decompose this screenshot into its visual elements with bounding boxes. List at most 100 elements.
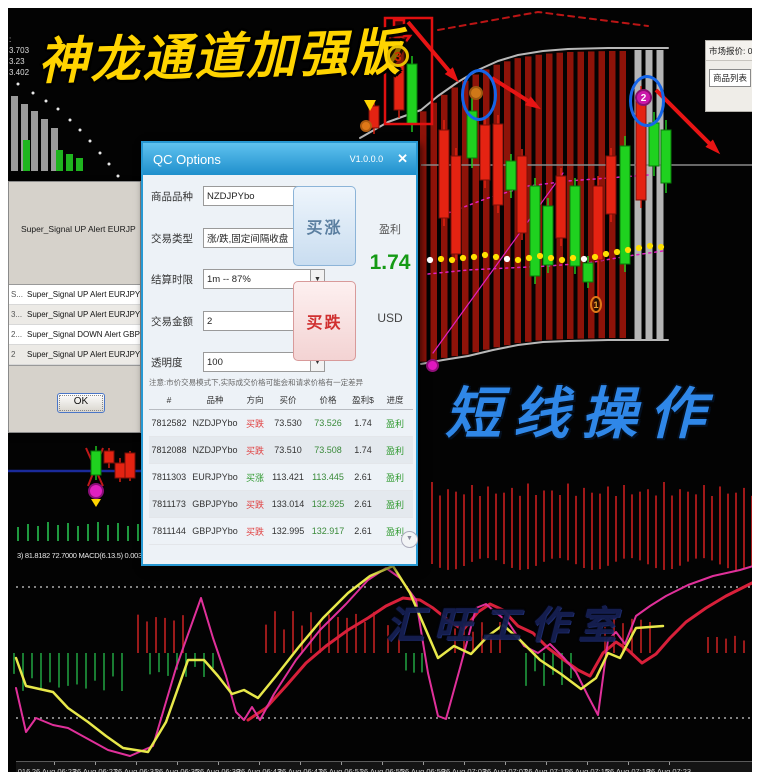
alert-list-item[interactable]: 2Super_Signal UP Alert EURJPYbo or xyxy=(9,345,140,365)
table-cell: 7812088 xyxy=(149,445,189,455)
signal-dot xyxy=(592,254,598,260)
dialog-note: 注意:市价交易模式下,实际成交价格可能会和请求价格有一定差异 xyxy=(149,377,413,388)
table-header-cell: 价格 xyxy=(307,394,349,406)
candle xyxy=(606,156,616,214)
sub-candle xyxy=(115,463,125,478)
signal-dot xyxy=(570,255,576,261)
candle xyxy=(649,123,659,166)
alert-list-item[interactable]: 3...Super_Signal UP Alert EURJPYbo or xyxy=(9,305,140,325)
scroll-down-button[interactable]: ▼ xyxy=(401,531,418,548)
chart-workspace: :3.7033.233.402 3) 81.8182 72.7000 MACD(… xyxy=(8,8,752,772)
signal-badge-1: 1 xyxy=(590,296,602,313)
alert-list-item[interactable]: S...Super_Signal UP Alert EURJPYbo or xyxy=(9,285,140,305)
table-cell: 73.510 xyxy=(269,445,307,455)
sub-magenta-marker xyxy=(89,484,103,498)
channel-bar xyxy=(420,111,427,361)
tab-symbol-list[interactable]: 商品列表 xyxy=(709,69,751,87)
axis-tick xyxy=(95,762,96,765)
mini-bar xyxy=(23,140,30,171)
axis-tick xyxy=(341,762,342,765)
signal-dot xyxy=(559,257,565,263)
table-cell: 买跌 xyxy=(241,444,269,457)
alert-list-item[interactable]: 2...Super_Signal DOWN Alert GBPJPYb xyxy=(9,325,140,345)
signal-badge-3: 3 xyxy=(387,45,409,67)
ok-button[interactable]: OK xyxy=(57,393,105,413)
table-header-cell: 盈利$ xyxy=(349,394,377,406)
channel-bar xyxy=(546,54,553,340)
dialog-title: QC Options xyxy=(153,152,350,167)
table-row[interactable]: 7811144GBPJPYbo买跌132.995132.9172.61盈利 xyxy=(149,518,413,545)
alert-item-id: 3... xyxy=(9,310,27,319)
signal-dot xyxy=(449,257,455,263)
table-cell: 盈利 xyxy=(377,417,413,430)
channel-bar xyxy=(431,103,438,360)
mini-dot xyxy=(32,92,35,95)
table-cell: 7811303 xyxy=(149,472,189,482)
table-cell: 1.74 xyxy=(349,445,377,455)
table-cell: 73.526 xyxy=(307,418,349,428)
table-cell: 132.925 xyxy=(307,499,349,509)
overlay-title: 神龙通道加强版 xyxy=(37,27,402,87)
candle xyxy=(407,64,417,124)
alert-item-id: S... xyxy=(9,290,27,299)
alert-item-text: Super_Signal UP Alert EURJPYbo or xyxy=(27,290,140,299)
axis-tick xyxy=(669,762,670,765)
dialog-titlebar[interactable]: QC Options V1.0.0.0 ✕ xyxy=(143,143,416,175)
price-scale-label: 3.23 xyxy=(9,56,29,67)
watermark: 汇旺工作室 xyxy=(386,606,626,644)
signal-dot xyxy=(526,255,532,261)
profit-label: 盈利 xyxy=(365,221,415,237)
field-label: 透明度 xyxy=(151,355,203,370)
table-cell: 7811173 xyxy=(149,499,189,509)
table-row[interactable]: 7811173GBPJPYbo买跌133.014132.9252.61盈利 xyxy=(149,491,413,518)
close-icon[interactable]: ✕ xyxy=(397,151,408,167)
table-cell: 73.508 xyxy=(307,445,349,455)
axis-tick xyxy=(587,762,588,765)
mini-dot xyxy=(99,152,102,155)
alert-item-id: 2 xyxy=(9,350,27,359)
signal-dot xyxy=(548,255,554,261)
table-header-cell: 方向 xyxy=(241,394,269,406)
frame-top xyxy=(0,0,760,8)
table-cell: 盈利 xyxy=(377,471,413,484)
mini-dot xyxy=(45,100,48,103)
table-cell: 买跌 xyxy=(241,525,269,538)
candle xyxy=(620,146,630,264)
table-row[interactable]: 7811303EURJPYbo买涨113.421113.4452.61盈利 xyxy=(149,464,413,491)
candle xyxy=(517,156,527,233)
positions-table: #品种方向买价价格盈利$进度7812582NZDJPYbo买跌73.53073.… xyxy=(149,391,413,545)
mini-bar xyxy=(41,119,48,171)
indicator-label: 3) 81.8182 72.7000 MACD(6.13.5) 0.0039 0… xyxy=(17,551,157,560)
table-header-cell: 品种 xyxy=(189,394,241,406)
candle xyxy=(661,130,671,183)
table-cell: NZDJPYbo xyxy=(189,445,241,455)
alert-item-id: 2... xyxy=(9,330,27,339)
axis-tick xyxy=(177,762,178,765)
candle xyxy=(530,186,540,276)
signal-dot xyxy=(625,247,631,253)
table-cell: 113.445 xyxy=(307,472,349,482)
table-row[interactable]: 7812582NZDJPYbo买跌73.53073.5261.74盈利 xyxy=(149,410,413,437)
signal-dot xyxy=(460,255,466,261)
mini-dot xyxy=(117,175,120,178)
signal-dot xyxy=(614,249,620,255)
candle xyxy=(570,186,580,266)
table-cell: GBPJPYbo xyxy=(189,499,241,509)
field-label: 结算时限 xyxy=(151,272,203,287)
axis-tick xyxy=(628,762,629,765)
alert-item-text: Super_Signal UP Alert EURJPYbo or xyxy=(27,310,140,319)
candle xyxy=(506,161,516,190)
table-row[interactable]: 7812088NZDJPYbo买跌73.51073.5081.74盈利 xyxy=(149,437,413,464)
price-scale-label: 3.703 xyxy=(9,45,29,56)
axis-tick xyxy=(505,762,506,765)
frame-bottom xyxy=(0,772,760,780)
buy-up-button[interactable]: 买涨 xyxy=(293,186,356,266)
table-cell: GBPJPYbo xyxy=(189,526,241,536)
axis-tick xyxy=(300,762,301,765)
price-scale-labels: :3.7033.233.402 xyxy=(9,34,29,78)
buy-down-button[interactable]: 买跌 xyxy=(293,281,356,361)
table-cell: 盈利 xyxy=(377,444,413,457)
table-header-cell: 进度 xyxy=(377,394,413,406)
alert-item-text: Super_Signal UP Alert EURJPYbo or xyxy=(27,350,140,359)
table-cell: EURJPYbo xyxy=(189,472,241,482)
